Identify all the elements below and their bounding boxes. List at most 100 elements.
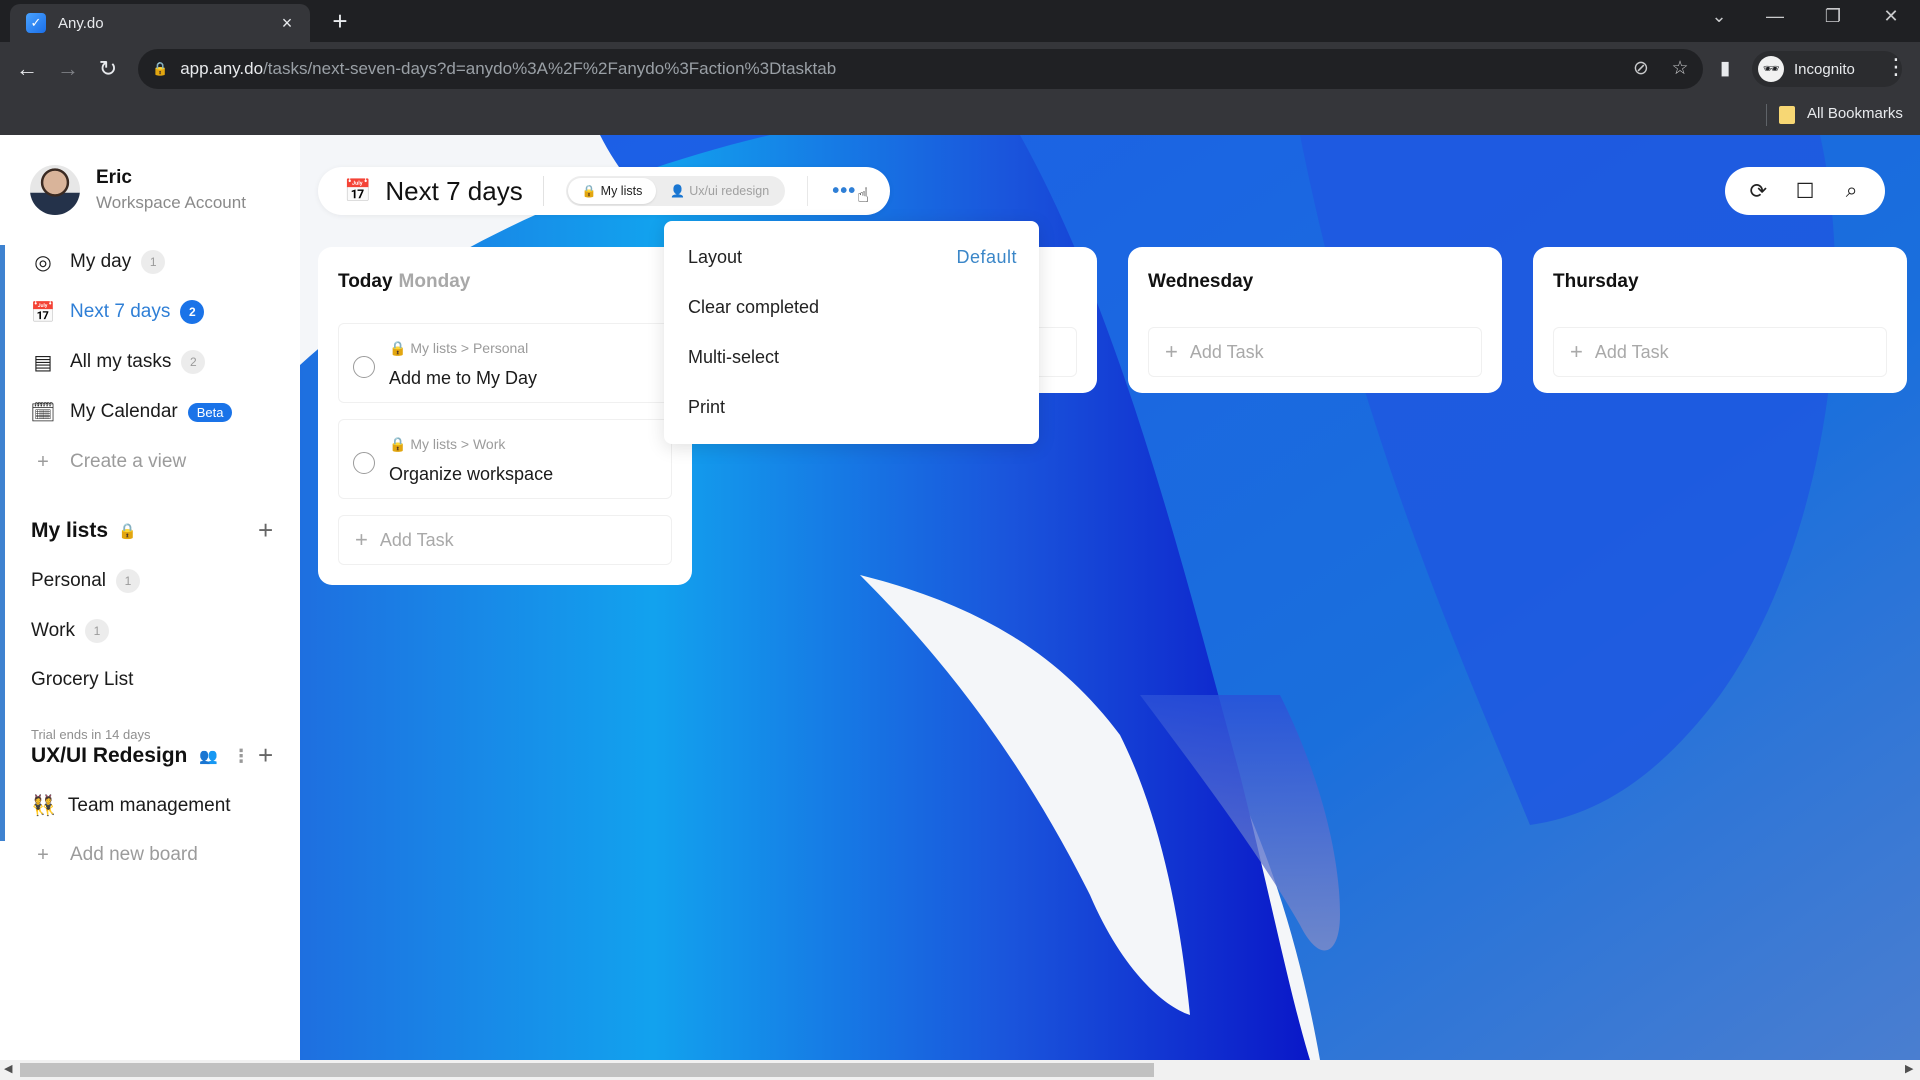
scroll-left-arrow-icon[interactable]: ◀ bbox=[4, 1062, 12, 1075]
create-view-button[interactable]: + Create a view bbox=[30, 446, 186, 478]
sidebar-item-my-day[interactable]: ◎ My day 1 bbox=[30, 246, 166, 278]
list-label: Work bbox=[31, 620, 75, 641]
list-item-personal[interactable]: Personal 1 bbox=[31, 569, 140, 593]
add-task-label: Add Task bbox=[1189, 341, 1264, 362]
incognito-profile-button[interactable]: 🕶 Incognito bbox=[1752, 51, 1902, 87]
day-column-thursday: Thursday + Add Task bbox=[1533, 247, 1907, 393]
sidebar-item-label: All my tasks bbox=[70, 351, 172, 372]
plus-icon: + bbox=[37, 450, 49, 473]
list-label: Personal bbox=[31, 570, 106, 591]
tab-title: Any.do bbox=[58, 14, 104, 32]
task-item[interactable]: 🔒 My lists > Work Organize workspace bbox=[338, 419, 672, 499]
task-checkbox[interactable] bbox=[353, 356, 375, 378]
add-board-plus-button[interactable]: + bbox=[258, 740, 273, 771]
incognito-icon: 🕶 bbox=[1758, 56, 1784, 82]
menu-item-label: Print bbox=[688, 396, 726, 417]
sidebar-item-label: Next 7 days bbox=[70, 301, 171, 322]
back-button[interactable]: ← bbox=[12, 55, 42, 83]
horizontal-scrollbar[interactable]: ◀ ▶ bbox=[0, 1060, 1920, 1080]
column-title: Thursday bbox=[1553, 271, 1639, 292]
browser-tab-bar: ✓ Any.do × + ⌄ — ❐ ✕ bbox=[0, 0, 1920, 42]
add-task-button[interactable]: + Add Task bbox=[338, 515, 672, 565]
workspace-menu-icon[interactable]: ⋮ bbox=[232, 746, 250, 767]
reload-button[interactable]: ↻ bbox=[93, 55, 123, 83]
filter-label: My lists bbox=[600, 184, 643, 198]
folder-icon bbox=[1779, 106, 1795, 124]
column-title: Wednesday bbox=[1148, 271, 1254, 292]
all-bookmarks-button[interactable]: All Bookmarks bbox=[1807, 105, 1903, 122]
menu-item-layout[interactable]: Layout Default bbox=[688, 242, 1017, 272]
column-subtitle: Monday bbox=[398, 271, 471, 292]
url-host: app.any.do bbox=[180, 59, 264, 78]
header-divider bbox=[807, 176, 809, 206]
forward-button[interactable]: → bbox=[53, 55, 83, 83]
search-icon[interactable]: ⌕ bbox=[1835, 179, 1869, 203]
workspace-heading[interactable]: UX/UI Redesign 👥 ⋮ bbox=[31, 744, 250, 768]
plus-icon: + bbox=[355, 527, 368, 552]
layout-toggle-icon[interactable]: ☐ bbox=[1788, 179, 1822, 204]
restore-button[interactable]: ❐ bbox=[1818, 6, 1848, 27]
sidebar-item-label: My day bbox=[70, 251, 132, 272]
menu-item-label: Multi-select bbox=[688, 346, 780, 367]
list-item-grocery-list[interactable]: Grocery List bbox=[31, 669, 133, 691]
my-lists-heading[interactable]: My lists 🔒 bbox=[31, 519, 137, 543]
close-tab-button[interactable]: × bbox=[276, 13, 298, 34]
eye-off-icon[interactable]: ⊘ bbox=[1628, 57, 1654, 80]
user-name: Eric bbox=[96, 167, 132, 188]
menu-item-print[interactable]: Print bbox=[688, 392, 1017, 422]
address-bar[interactable]: 🔒 app.any.do/tasks/next-seven-days?d=any… bbox=[138, 49, 1703, 89]
sidebar-item-next-7-days[interactable]: 📅 Next 7 days 2 bbox=[30, 296, 205, 328]
workspace-title: UX/UI Redesign bbox=[31, 744, 188, 767]
list-item-work[interactable]: Work 1 bbox=[31, 619, 109, 643]
anydo-app: Eric Workspace Account ◎ My day 1 📅 Next… bbox=[0, 135, 1920, 1060]
menu-item-clear-completed[interactable]: Clear completed bbox=[688, 292, 1017, 322]
browser-tab[interactable]: ✓ Any.do × bbox=[10, 4, 310, 42]
list-icon: ▤ bbox=[33, 351, 53, 374]
add-task-button[interactable]: + Add Task bbox=[1148, 327, 1482, 377]
day-column-wednesday: Wednesday + Add Task bbox=[1128, 247, 1502, 393]
view-header: 📅 Next 7 days 🔒 My lists 👤 Ux/ui redesig… bbox=[318, 167, 890, 215]
browser-menu-icon[interactable]: ⋮ bbox=[1885, 54, 1907, 80]
sidebar-item-label: Create a view bbox=[70, 451, 187, 472]
sidebar-item-my-calendar[interactable]: 🗓 My Calendar Beta bbox=[30, 396, 233, 428]
anydo-favicon-icon: ✓ bbox=[26, 13, 46, 33]
plus-icon: + bbox=[1165, 339, 1178, 364]
close-window-button[interactable]: ✕ bbox=[1876, 6, 1906, 27]
person-icon: 👤 bbox=[670, 184, 686, 198]
sync-icon[interactable]: ⟳ bbox=[1741, 179, 1775, 204]
add-list-button[interactable]: + bbox=[258, 515, 273, 546]
main-content: 📅 Next 7 days 🔒 My lists 👤 Ux/ui redesig… bbox=[300, 135, 1920, 1060]
task-item[interactable]: 🔒 My lists > Personal Add me to My Day bbox=[338, 323, 672, 403]
user-profile[interactable]: Eric Workspace Account bbox=[30, 165, 246, 215]
calendar-7-icon: 📅 bbox=[30, 301, 56, 324]
scrollbar-thumb[interactable] bbox=[20, 1063, 1154, 1077]
task-list-path: 🔒 My lists > Personal bbox=[389, 340, 528, 357]
star-icon[interactable]: ☆ bbox=[1667, 57, 1693, 80]
view-actions: ⟳ ☐ ⌕ bbox=[1725, 167, 1885, 215]
count-badge: 1 bbox=[141, 250, 166, 274]
layout-value[interactable]: Default bbox=[956, 247, 1017, 268]
new-tab-button[interactable]: + bbox=[325, 6, 355, 36]
members-icon[interactable]: 👥 bbox=[199, 747, 218, 765]
board-item-team-management[interactable]: 👯 Team management bbox=[31, 793, 231, 818]
more-options-button[interactable]: ••• bbox=[832, 180, 856, 203]
filter-my-lists[interactable]: 🔒 My lists bbox=[567, 178, 657, 204]
side-panel-icon[interactable]: ▮ bbox=[1720, 57, 1730, 80]
add-new-board-button[interactable]: + Add new board bbox=[30, 839, 198, 871]
filter-ux-ui-redesign[interactable]: 👤 Ux/ui redesign bbox=[656, 178, 783, 204]
task-checkbox[interactable] bbox=[353, 452, 375, 474]
add-task-button[interactable]: + Add Task bbox=[1553, 327, 1887, 377]
sidebar-item-all-my-tasks[interactable]: ▤ All my tasks 2 bbox=[30, 346, 206, 378]
add-board-label: Add new board bbox=[70, 844, 198, 865]
lock-icon: 🔒 bbox=[389, 340, 407, 356]
beta-badge: Beta bbox=[187, 402, 233, 422]
tab-search-icon[interactable]: ⌄ bbox=[1704, 6, 1734, 27]
menu-item-label: Clear completed bbox=[688, 296, 820, 317]
menu-item-multi-select[interactable]: Multi-select bbox=[688, 342, 1017, 372]
target-icon: ◎ bbox=[34, 251, 52, 274]
scroll-right-arrow-icon[interactable]: ▶ bbox=[1905, 1062, 1913, 1075]
trial-notice: Trial ends in 14 days bbox=[31, 727, 151, 742]
my-lists-title: My lists bbox=[31, 519, 109, 542]
bookmarks-bar: All Bookmarks bbox=[0, 96, 1920, 135]
minimize-button[interactable]: — bbox=[1760, 6, 1790, 27]
